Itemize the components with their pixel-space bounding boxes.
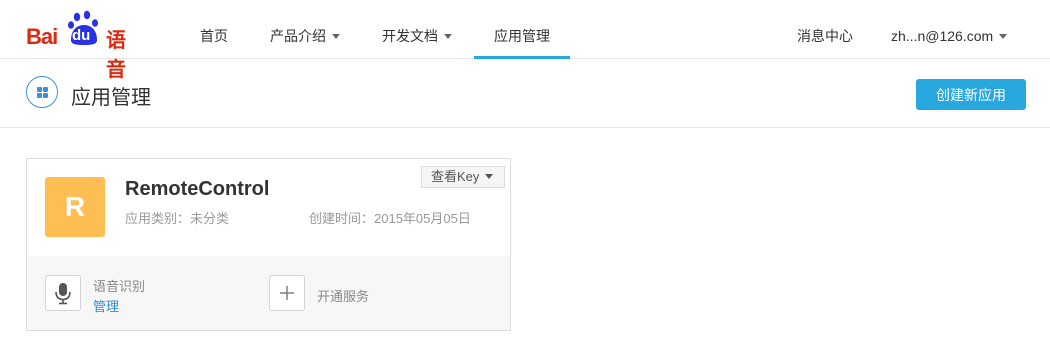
grid-icon: [26, 76, 58, 108]
plus-icon[interactable]: [269, 275, 305, 311]
app-card-header: R RemoteControl 应用类别：未分类 创建时间：2015年05月05…: [27, 159, 510, 257]
nav-item-app-management[interactable]: 应用管理: [474, 0, 570, 59]
caret-down-icon: [999, 33, 1008, 39]
open-service-link[interactable]: 开通服务: [317, 286, 369, 305]
app-created-date: 创建时间：2015年05月05日: [309, 211, 471, 226]
app-category: 应用类别：未分类: [125, 211, 230, 226]
app-avatar: R: [45, 177, 105, 237]
message-center-link[interactable]: 消息中心: [797, 0, 853, 58]
page-title: 应用管理: [71, 87, 151, 109]
app-card: R RemoteControl 应用类别：未分类 创建时间：2015年05月05…: [26, 158, 511, 331]
logo-text-bai: Bai: [26, 24, 58, 49]
nav-item-docs[interactable]: 开发文档: [382, 0, 452, 58]
view-key-dropdown[interactable]: 查看Key: [421, 166, 505, 188]
user-email: zh...n@126.com: [891, 28, 994, 44]
logo-text-du: du: [72, 27, 91, 44]
nav-item-products[interactable]: 产品介绍: [270, 0, 340, 58]
caret-down-icon: [332, 33, 340, 39]
create-app-button[interactable]: 创建新应用: [916, 79, 1026, 110]
caret-down-icon: [485, 174, 494, 180]
microphone-icon[interactable]: [45, 275, 81, 311]
page-header: 应用管理 创建新应用: [0, 59, 1050, 128]
view-key-label: 查看Key: [431, 169, 480, 184]
nav-item-home[interactable]: 首页: [200, 0, 228, 58]
nav-item-label: 产品介绍: [270, 28, 326, 44]
nav-item-label: 开发文档: [382, 28, 438, 44]
service-name-speech: 语音识别: [93, 279, 146, 294]
caret-down-icon: [444, 33, 452, 39]
microphone-icon-svg: [55, 283, 71, 305]
app-name: RemoteControl: [125, 178, 270, 200]
manage-service-link[interactable]: 管理: [93, 296, 119, 315]
user-menu[interactable]: zh...n@126.com: [891, 0, 1008, 58]
nav-item-label: 应用管理: [494, 28, 550, 44]
message-center-label: 消息中心: [797, 28, 853, 44]
plus-icon-svg: [280, 286, 294, 300]
app-services: 语音识别 管理 开通服务: [27, 256, 510, 330]
top-navbar: Bai du 语音 首页 产品介绍 开发文档 应用管理 消息中心 zh...n@…: [0, 0, 1050, 81]
nav-item-label: 首页: [200, 28, 228, 44]
